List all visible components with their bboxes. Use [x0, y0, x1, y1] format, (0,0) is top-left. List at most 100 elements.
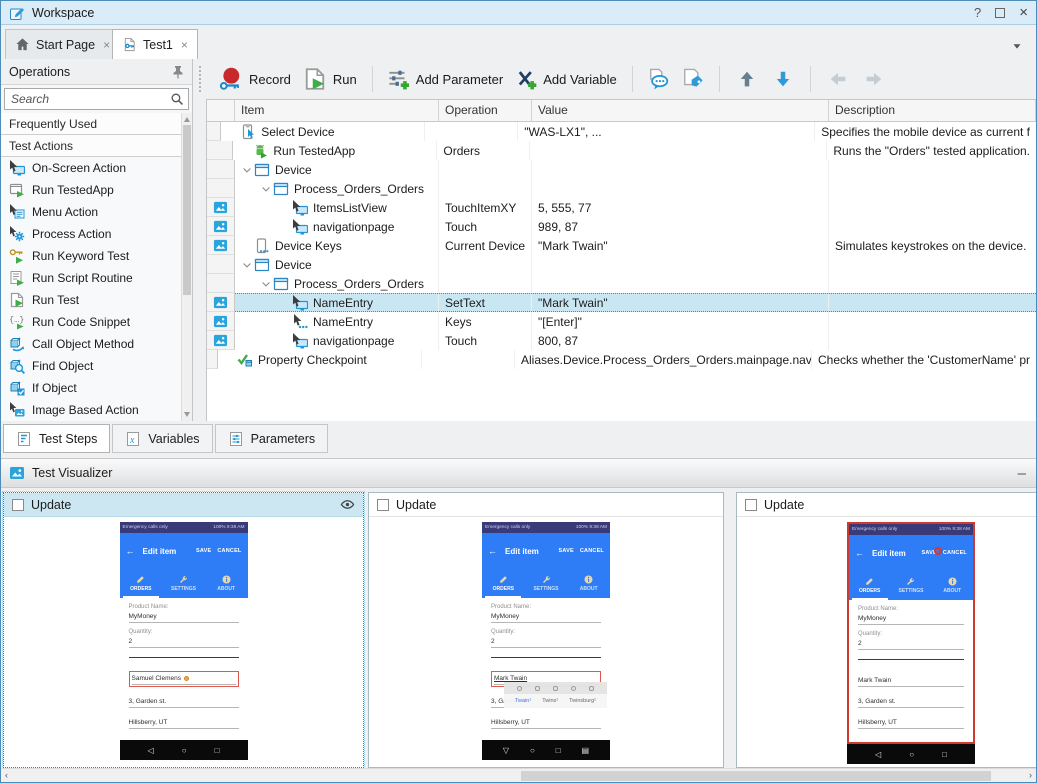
scroll-down-icon[interactable] [184, 412, 190, 417]
table-row[interactable]: navigationpage Touch 800, 87 [207, 331, 1036, 350]
move-down-icon[interactable] [774, 70, 792, 88]
column-description[interactable]: Description [829, 100, 1036, 121]
table-row[interactable]: Device Keys Current Device "Mark Twain" … [207, 236, 1036, 255]
expand-chevron-icon[interactable] [258, 278, 273, 290]
keyboard-suggestion-overlay: Twain¹ Twins¹ Twinsburg¹ [504, 682, 607, 708]
product-name-field: MyMoney [491, 610, 601, 623]
eye-icon[interactable] [340, 497, 355, 512]
workspace-icon [9, 5, 25, 21]
table-row-selected[interactable]: NameEntry SetText "Mark Twain" [207, 293, 1036, 312]
visualizer-image-icon[interactable] [213, 314, 228, 329]
toolbar-separator [719, 66, 720, 92]
update-checkbox[interactable] [377, 499, 389, 511]
table-row[interactable]: Process_Orders_Orders [207, 179, 1036, 198]
run-button[interactable]: Run [297, 64, 363, 94]
scroll-left-icon[interactable]: ‹ [5, 770, 8, 780]
table-row[interactable]: Process_Orders_Orders [207, 274, 1036, 293]
scroll-up-icon[interactable] [184, 117, 190, 122]
record-button[interactable]: Record [213, 64, 297, 94]
frame-screenshot[interactable]: Emergency calls only 100% 9:38 AM ← Edit… [4, 517, 363, 768]
group-frequently-used[interactable]: Frequently Used [1, 113, 192, 135]
column-operation[interactable]: Operation [439, 100, 532, 121]
city-field: Hillsberry, UT [858, 716, 964, 729]
visualizer-image-icon[interactable] [213, 219, 228, 234]
tab-list-dropdown-icon[interactable] [1010, 39, 1024, 53]
sidebar-item-call-object-method[interactable]: Call Object Method [1, 333, 192, 355]
sidebar-item-run-test[interactable]: Run Test [1, 289, 192, 311]
tab-test-steps[interactable]: Test Steps [3, 424, 110, 453]
scrollbar-thumb[interactable] [183, 125, 191, 295]
expand-chevron-icon[interactable] [258, 183, 273, 195]
info-icon [222, 575, 231, 584]
visualizer-frame-1[interactable]: Update Emergency calls only 100% 9:38 AM… [3, 492, 364, 768]
horizontal-scrollbar[interactable]: ‹ › [1, 768, 1036, 782]
add-variable-button[interactable]: Add Variable [509, 65, 622, 93]
add-label-button[interactable] [676, 65, 710, 93]
sidebar-item-run-testedapp[interactable]: Run TestedApp [1, 179, 192, 201]
table-row[interactable]: NameEntry Keys "[Enter]" [207, 312, 1036, 331]
table-row[interactable]: navigationpage Touch 989, 87 [207, 217, 1036, 236]
sidebar-item-run-keyword-test[interactable]: Run Keyword Test [1, 245, 192, 267]
scrollbar-thumb[interactable] [521, 771, 991, 781]
redo-icon[interactable] [865, 70, 883, 88]
tab-start-page[interactable]: Start Page × [5, 29, 120, 59]
table-row[interactable]: Property Checkpoint Aliases.Device.Proce… [207, 350, 1036, 369]
sidebar-scrollbar[interactable] [181, 113, 192, 421]
tab-test1-close-icon[interactable]: × [181, 38, 188, 52]
sidebar-item-find-object[interactable]: Find Object [1, 355, 192, 377]
sidebar-item-menu-action[interactable]: Menu Action [1, 201, 192, 223]
frame-screenshot[interactable]: Emergency calls only 100% 9:38 AM ← Edit… [737, 517, 1037, 768]
sidebar-item-process-action[interactable]: Process Action [1, 223, 192, 245]
table-row[interactable]: Device [207, 255, 1036, 274]
back-arrow-icon: ← [126, 546, 135, 556]
phone-tab-bar: ORDERS SETTINGS ABOUT [482, 569, 610, 598]
add-parameter-button[interactable]: Add Parameter [382, 65, 509, 93]
update-label: Update [396, 498, 436, 512]
add-comment-button[interactable] [642, 65, 676, 93]
move-up-icon[interactable] [738, 70, 756, 88]
tab-parameters[interactable]: Parameters [215, 424, 329, 453]
visualizer-image-icon[interactable] [213, 200, 228, 215]
suggestion-1: Twain¹ [515, 698, 531, 704]
tab-variables[interactable]: Variables [112, 424, 212, 453]
table-row[interactable]: Run TestedApp Orders Runs the "Orders" t… [207, 141, 1036, 160]
update-checkbox[interactable] [745, 499, 757, 511]
wrench-icon [906, 577, 915, 586]
table-row[interactable]: Device [207, 160, 1036, 179]
sidebar-item-image-based-action[interactable]: Image Based Action [1, 399, 192, 421]
help-button[interactable]: ? [974, 5, 981, 20]
undo-icon[interactable] [829, 70, 847, 88]
city-field: Hillsberry, UT [129, 716, 239, 729]
tab-start-page-close-icon[interactable]: × [103, 38, 110, 52]
toolbar-grip[interactable] [199, 66, 203, 92]
visualizer-minimize-button[interactable]: – [1018, 465, 1026, 482]
column-visualizer[interactable] [207, 100, 235, 121]
sidebar-item-if-object[interactable]: If Object [1, 377, 192, 399]
maximize-button[interactable] [995, 8, 1005, 18]
group-test-actions[interactable]: Test Actions [1, 135, 192, 157]
expand-chevron-icon[interactable] [239, 259, 254, 271]
sidebar-item-onscreen-action[interactable]: On-Screen Action [1, 157, 192, 179]
suggestion-bar: Twain¹ Twins¹ Twinsburg¹ [504, 694, 607, 708]
visualizer-frame-2[interactable]: Update Emergency calls only 100% 9:38 AM… [368, 492, 724, 768]
pin-icon[interactable] [170, 64, 186, 80]
home-icon [15, 37, 30, 52]
table-row[interactable]: ItemsListView TouchItemXY 5, 555, 77 [207, 198, 1036, 217]
search-input[interactable] [4, 88, 189, 110]
update-checkbox[interactable] [12, 499, 24, 511]
frame-screenshot[interactable]: Emergency calls only 100% 9:38 AM ← Edit… [369, 517, 723, 768]
expand-chevron-icon[interactable] [239, 164, 254, 176]
window-icon [273, 181, 289, 197]
scroll-right-icon[interactable]: › [1029, 770, 1032, 780]
column-value[interactable]: Value [532, 100, 829, 121]
close-button[interactable]: × [1019, 4, 1028, 21]
visualizer-image-icon[interactable] [213, 295, 228, 310]
sidebar-item-run-script-routine[interactable]: Run Script Routine [1, 267, 192, 289]
visualizer-image-icon[interactable] [213, 333, 228, 348]
visualizer-frame-3[interactable]: Update Emergency calls only 100% 9:38 AM… [736, 492, 1037, 768]
table-row[interactable]: Select Device "WAS-LX1", ... Specifies t… [207, 122, 1036, 141]
tab-test1[interactable]: Test1 × [112, 29, 198, 59]
visualizer-image-icon[interactable] [213, 238, 228, 253]
sidebar-item-run-code-snippet[interactable]: Run Code Snippet [1, 311, 192, 333]
column-item[interactable]: Item [235, 100, 439, 121]
